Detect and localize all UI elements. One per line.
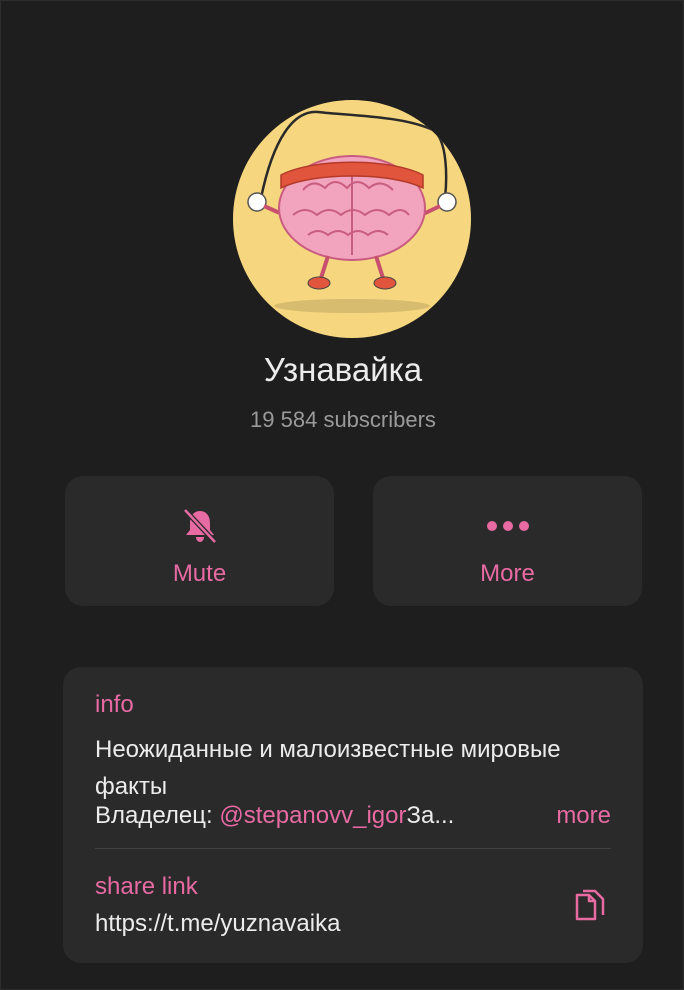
info-label: info <box>95 691 134 718</box>
section-divider <box>95 848 611 849</box>
description-more-link[interactable]: more <box>556 797 611 834</box>
brain-jump-rope-image <box>247 110 457 313</box>
owner-prefix: Владелец: <box>95 802 220 829</box>
bell-slash-icon <box>180 506 220 546</box>
owner-line: Владелец: @stepanovv_igorЗа... <box>95 797 535 834</box>
ellipsis-icon <box>486 506 530 546</box>
channel-info-panel: Узнавайка 19 584 subscribers Mute More i… <box>0 0 684 990</box>
mute-label: Mute <box>172 560 227 587</box>
share-link-url[interactable]: https://t.me/yuznavaika <box>95 910 340 938</box>
share-link-label: share link <box>95 873 198 900</box>
subscriber-count: 19 584 subscribers <box>250 407 436 432</box>
channel-details-card: info Неожиданные и малоизвестные мировые… <box>63 667 643 963</box>
channel-description: Неожиданные и малоизвестные мировые факт… <box>95 736 561 800</box>
owner-mention-link[interactable]: @stepanovv_igor <box>219 802 406 829</box>
mute-button[interactable]: Mute <box>65 476 334 606</box>
more-button[interactable]: More <box>373 476 642 606</box>
copy-icon[interactable] <box>567 885 611 929</box>
channel-avatar[interactable] <box>233 100 471 338</box>
more-label: More <box>480 560 535 587</box>
channel-title: Узнавайка <box>263 351 423 388</box>
owner-suffix: За... <box>406 802 455 829</box>
